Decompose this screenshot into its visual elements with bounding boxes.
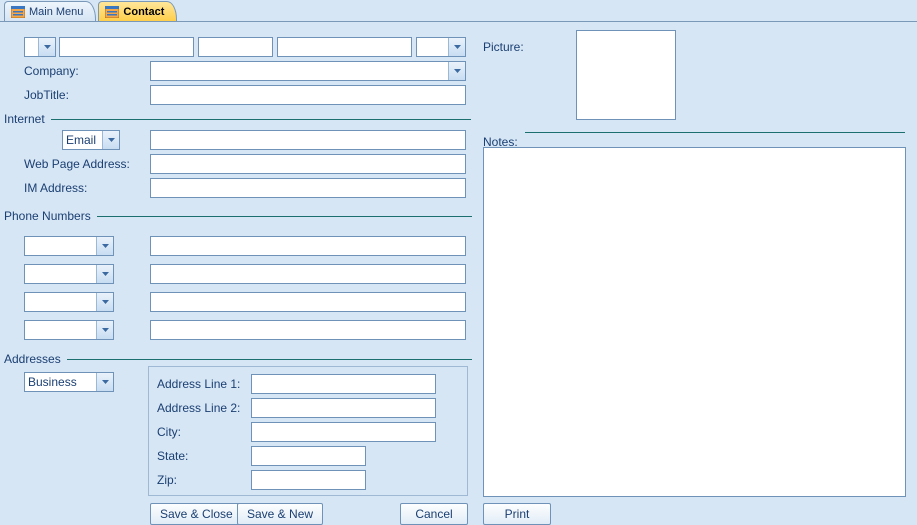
phone3-field[interactable] <box>150 292 466 312</box>
jobtitle-label: JobTitle: <box>24 88 69 102</box>
city-field[interactable] <box>251 422 436 442</box>
notes-field[interactable] <box>483 147 906 497</box>
phone2-field[interactable] <box>150 264 466 284</box>
email-type-value: Email <box>63 133 102 147</box>
chevron-down-icon <box>448 62 465 80</box>
address-type-combo[interactable]: Business <box>24 372 114 392</box>
addr1-label: Address Line 1: <box>157 377 240 391</box>
suffix-combo[interactable] <box>416 37 466 57</box>
button-label: Cancel <box>415 507 452 521</box>
addr2-label: Address Line 2: <box>157 401 240 415</box>
company-label: Company: <box>24 64 79 78</box>
section-internet: Internet <box>4 112 471 126</box>
phone3-type-combo[interactable] <box>24 292 114 312</box>
phone2-type-combo[interactable] <box>24 264 114 284</box>
phone4-type-combo[interactable] <box>24 320 114 340</box>
contact-form: Company: JobTitle: Internet Email Web Pa… <box>0 22 917 522</box>
button-label: Save & New <box>247 507 313 521</box>
company-combo[interactable] <box>150 61 466 81</box>
tab-label: Main Menu <box>29 6 83 18</box>
section-label: Phone Numbers <box>4 209 91 223</box>
section-addresses: Addresses <box>4 352 472 366</box>
zip-field[interactable] <box>251 470 366 490</box>
addr2-field[interactable] <box>251 398 436 418</box>
phone4-field[interactable] <box>150 320 466 340</box>
prefix-combo[interactable] <box>24 37 56 57</box>
chevron-down-icon <box>448 38 465 56</box>
notes-rule <box>525 132 905 133</box>
email-type-combo[interactable]: Email <box>62 130 120 150</box>
chevron-down-icon <box>96 265 113 283</box>
last-name-field[interactable] <box>277 37 412 57</box>
chevron-down-icon <box>96 237 113 255</box>
phone1-field[interactable] <box>150 236 466 256</box>
first-name-field[interactable] <box>59 37 194 57</box>
chevron-down-icon <box>96 321 113 339</box>
addr1-field[interactable] <box>251 374 436 394</box>
tab-strip: Main Menu Contact <box>0 0 917 22</box>
section-label: Internet <box>4 112 45 126</box>
section-label: Addresses <box>4 352 61 366</box>
im-field[interactable] <box>150 178 466 198</box>
chevron-down-icon <box>96 293 113 311</box>
form-icon <box>11 6 25 18</box>
chevron-down-icon <box>38 38 55 56</box>
picture-label: Picture: <box>483 40 524 54</box>
email-field[interactable] <box>150 130 466 150</box>
tab-label: Contact <box>123 6 164 18</box>
jobtitle-field[interactable] <box>150 85 466 105</box>
state-field[interactable] <box>251 446 366 466</box>
webpage-field[interactable] <box>150 154 466 174</box>
picture-box[interactable] <box>576 30 676 120</box>
form-icon <box>105 6 119 18</box>
chevron-down-icon <box>96 373 113 391</box>
address-frame: Address Line 1: Address Line 2: City: St… <box>148 366 468 496</box>
tab-main-menu[interactable]: Main Menu <box>4 1 96 21</box>
section-phone: Phone Numbers <box>4 209 472 223</box>
button-label: Save & Close <box>160 507 233 521</box>
address-type-value: Business <box>25 375 96 389</box>
tab-contact[interactable]: Contact <box>98 1 177 21</box>
button-label: Print <box>505 507 530 521</box>
webpage-label: Web Page Address: <box>24 157 130 171</box>
im-label: IM Address: <box>24 181 87 195</box>
zip-label: Zip: <box>157 473 177 487</box>
phone1-type-combo[interactable] <box>24 236 114 256</box>
middle-name-field[interactable] <box>198 37 273 57</box>
state-label: State: <box>157 449 188 463</box>
city-label: City: <box>157 425 181 439</box>
chevron-down-icon <box>102 131 119 149</box>
